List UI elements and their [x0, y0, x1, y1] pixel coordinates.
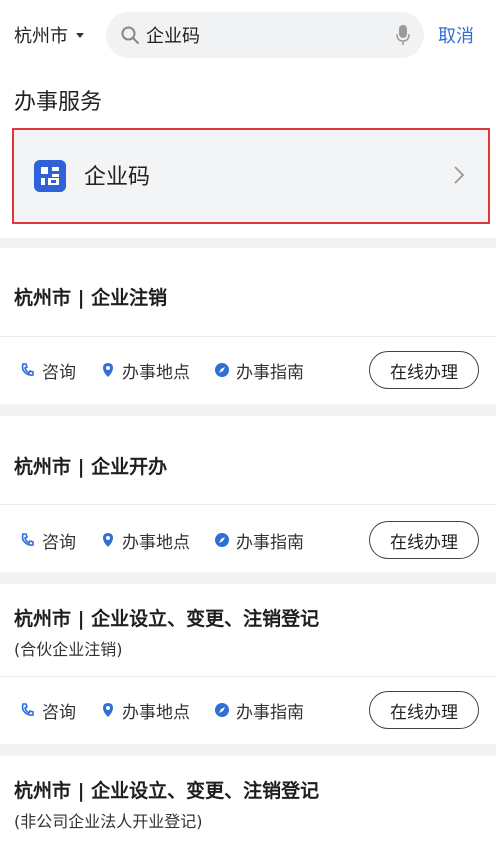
card-title: 杭州市 | 企业设立、变更、注销登记 [14, 780, 320, 802]
enterprise-code-item[interactable]: 企业码 [12, 128, 490, 224]
guide-button[interactable]: 办事指南 [214, 682, 304, 738]
result-card[interactable]: 杭州市 | 企业注销 咨询 办事地点 办事指南 在线办理 [0, 248, 496, 404]
guide-label: 办事指南 [236, 362, 304, 383]
cancel-button[interactable]: 取消 [438, 22, 474, 48]
location-pin-icon [103, 533, 113, 547]
search-box[interactable]: 企业码 [106, 12, 424, 58]
card-subtitle: (非公司企业法人开业登记) [14, 812, 203, 831]
guide-label: 办事指南 [236, 532, 304, 553]
card-subtitle: (合伙企业注销) [14, 640, 123, 659]
card-title: 杭州市 | 企业开办 [14, 456, 168, 478]
result-card[interactable]: 杭州市 | 企业设立、变更、注销登记 (非公司企业法人开业登记) [0, 756, 496, 841]
card-actions: 咨询 办事地点 办事指南 在线办理 [0, 512, 496, 568]
consult-label: 咨询 [42, 702, 76, 723]
result-card[interactable]: 杭州市 | 企业设立、变更、注销登记 (合伙企业注销) 咨询 办事地点 办事指南… [0, 584, 496, 744]
result-card[interactable]: 杭州市 | 企业开办 咨询 办事地点 办事指南 在线办理 [0, 416, 496, 572]
enterprise-code-icon [34, 160, 66, 192]
guide-label: 办事指南 [236, 702, 304, 723]
location-button[interactable]: 办事地点 [100, 512, 190, 568]
guide-button[interactable]: 办事指南 [214, 512, 304, 568]
location-label: 办事地点 [122, 702, 190, 723]
city-label: 杭州市 [14, 26, 68, 47]
card-title: 杭州市 | 企业设立、变更、注销登记 [14, 608, 320, 630]
compass-icon [215, 363, 229, 377]
search-icon [121, 26, 139, 44]
location-button[interactable]: 办事地点 [100, 342, 190, 398]
consult-label: 咨询 [42, 362, 76, 383]
location-pin-icon [103, 703, 113, 717]
phone-icon [21, 363, 34, 376]
search-input[interactable]: 企业码 [146, 22, 200, 48]
divider [0, 336, 496, 337]
compass-icon [215, 703, 229, 717]
divider [0, 504, 496, 505]
chevron-right-icon [454, 166, 465, 184]
compass-icon [215, 533, 229, 547]
consult-label: 咨询 [42, 532, 76, 553]
consult-button[interactable]: 咨询 [20, 342, 76, 398]
section-heading: 办事服务 [14, 90, 103, 115]
consult-button[interactable]: 咨询 [20, 512, 76, 568]
phone-icon [21, 533, 34, 546]
caret-down-icon [76, 32, 84, 38]
microphone-icon[interactable] [396, 24, 410, 46]
city-selector[interactable]: 杭州市 [14, 22, 84, 48]
card-actions: 咨询 办事地点 办事指南 在线办理 [0, 682, 496, 738]
card-title: 杭州市 | 企业注销 [14, 287, 168, 309]
top-bar: 杭州市 企业码 取消 [0, 0, 496, 70]
location-label: 办事地点 [122, 532, 190, 553]
phone-icon [21, 703, 34, 716]
service-section: 办事服务 企业码 [0, 70, 496, 238]
location-button[interactable]: 办事地点 [100, 682, 190, 738]
card-actions: 咨询 办事地点 办事指南 在线办理 [0, 342, 496, 398]
guide-button[interactable]: 办事指南 [214, 342, 304, 398]
online-apply-button[interactable]: 在线办理 [369, 351, 479, 389]
online-apply-button[interactable]: 在线办理 [369, 521, 479, 559]
location-pin-icon [103, 363, 113, 377]
location-label: 办事地点 [122, 362, 190, 383]
online-apply-button[interactable]: 在线办理 [369, 691, 479, 729]
consult-button[interactable]: 咨询 [20, 682, 76, 738]
enterprise-code-label: 企业码 [84, 165, 151, 190]
divider [0, 676, 496, 677]
